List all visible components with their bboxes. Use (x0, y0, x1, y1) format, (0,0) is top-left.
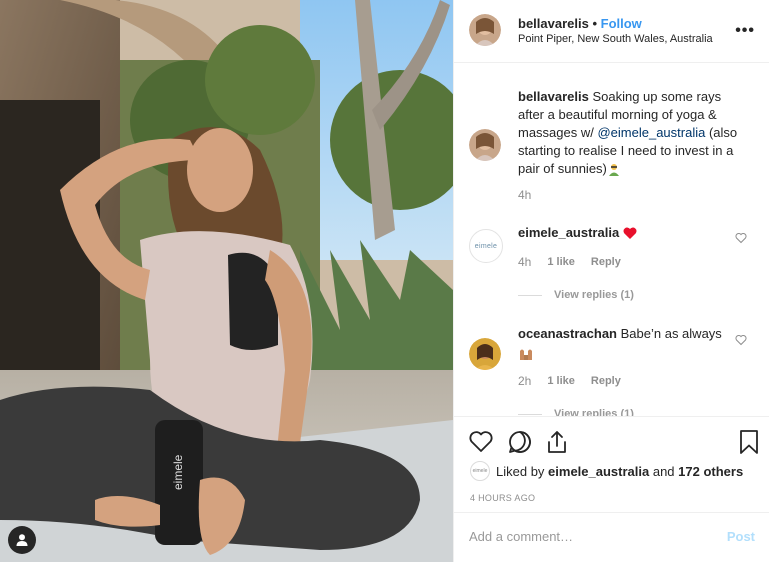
post-details-panel: bellavarelis • Follow Point Piper, New S… (453, 0, 769, 562)
liked-by-avatar[interactable]: eimele (470, 461, 490, 481)
comment-1-like-icon[interactable] (735, 232, 747, 244)
comment-2-reply-button[interactable]: Reply (591, 375, 621, 387)
comment-2-like-icon[interactable] (735, 334, 747, 346)
post-photo[interactable]: eimele (0, 0, 453, 562)
caption-avatar[interactable] (469, 129, 501, 161)
post-actions: eimele Liked by eimele_australia and 172… (454, 416, 769, 513)
comment-1-text: eimele_australia (518, 224, 728, 242)
likes-prefix: Liked by (496, 463, 549, 479)
comment-2-username[interactable]: oceanastrachan (518, 326, 617, 341)
comment-bubble-icon[interactable] (507, 429, 533, 455)
photo-illustration: eimele (0, 0, 453, 562)
author-avatar[interactable] (469, 14, 501, 46)
add-comment-bar: Post (454, 512, 769, 563)
caption-mention[interactable]: @eimele_australia (597, 125, 705, 140)
caption-time: 4h (518, 188, 532, 202)
share-icon[interactable] (544, 429, 570, 455)
comment-2-view-replies-label[interactable]: View replies (1) (554, 408, 634, 416)
save-bookmark-icon[interactable] (736, 429, 762, 455)
likes-user[interactable]: eimele_australia (548, 464, 649, 479)
instagram-post: eimele bellavarelis • Follow Point Piper… (0, 0, 769, 562)
comments-list[interactable]: bellavarelis Soaking up some rays after … (454, 62, 769, 416)
comment-2-view-replies[interactable]: View replies (1) (518, 408, 634, 416)
author-username[interactable]: bellavarelis (518, 16, 589, 31)
post-header: bellavarelis • Follow Point Piper, New S… (454, 0, 769, 63)
post-caption: bellavarelis Soaking up some rays after … (518, 88, 748, 178)
post-comment-button[interactable]: Post (727, 529, 755, 544)
replies-divider-2 (518, 413, 542, 415)
author-line: bellavarelis • Follow (518, 16, 642, 31)
like-heart-icon[interactable] (468, 429, 494, 455)
comment-2-body: Babe’n as always (620, 326, 722, 341)
red-heart-emoji-icon (623, 227, 637, 240)
likes-summary: eimele Liked by eimele_australia and 172… (470, 461, 743, 481)
oceanastrachan-avatar-image (469, 338, 501, 370)
comment-2-time: 2h (518, 374, 532, 388)
caption-avatar-image (469, 129, 501, 161)
likes-others-button[interactable]: 172 others (678, 464, 743, 479)
comment-1-reply-button[interactable]: Reply (591, 256, 621, 268)
person-icon (16, 534, 28, 546)
bottle-label: eimele (171, 454, 185, 490)
comment-1-username[interactable]: eimele_australia (518, 225, 619, 240)
caption-username[interactable]: bellavarelis (518, 89, 589, 104)
comment-avatar-eimele[interactable]: eimele (469, 229, 503, 263)
likes-text: Liked by eimele_australia and 172 others (496, 464, 743, 479)
comment-1-view-replies[interactable]: View replies (1) (518, 289, 634, 301)
more-options-button[interactable]: ••• (735, 22, 755, 40)
comment-1-meta: 4h 1 like Reply (518, 255, 621, 269)
comment-1-likes[interactable]: 1 like (547, 256, 575, 268)
likes-middle: and (649, 463, 679, 479)
comment-1-time: 4h (518, 255, 532, 269)
comment-1-view-replies-label[interactable]: View replies (1) (554, 289, 634, 301)
author-avatar-image (469, 14, 501, 46)
comment-avatar-oceanastrachan[interactable] (469, 338, 501, 370)
tagged-users-button[interactable] (8, 526, 36, 554)
post-location[interactable]: Point Piper, New South Wales, Australia (518, 33, 713, 45)
eimele-logo: eimele (474, 242, 498, 250)
comment-2-text: oceanastrachan Babe’n as always (518, 325, 728, 361)
add-comment-input[interactable] (469, 529, 699, 544)
liked-by-avatar-logo: eimele (472, 468, 488, 474)
sunglasses-person-emoji-icon (608, 163, 619, 176)
post-timestamp[interactable]: 4 HOURS AGO (470, 493, 535, 503)
replies-divider (518, 294, 542, 296)
comment-2-likes[interactable]: 1 like (547, 375, 575, 387)
comment-2-meta: 2h 1 like Reply (518, 374, 621, 388)
raising-hands-emoji-icon (520, 349, 532, 360)
header-separator: • (592, 16, 598, 31)
follow-button[interactable]: Follow (601, 16, 642, 31)
